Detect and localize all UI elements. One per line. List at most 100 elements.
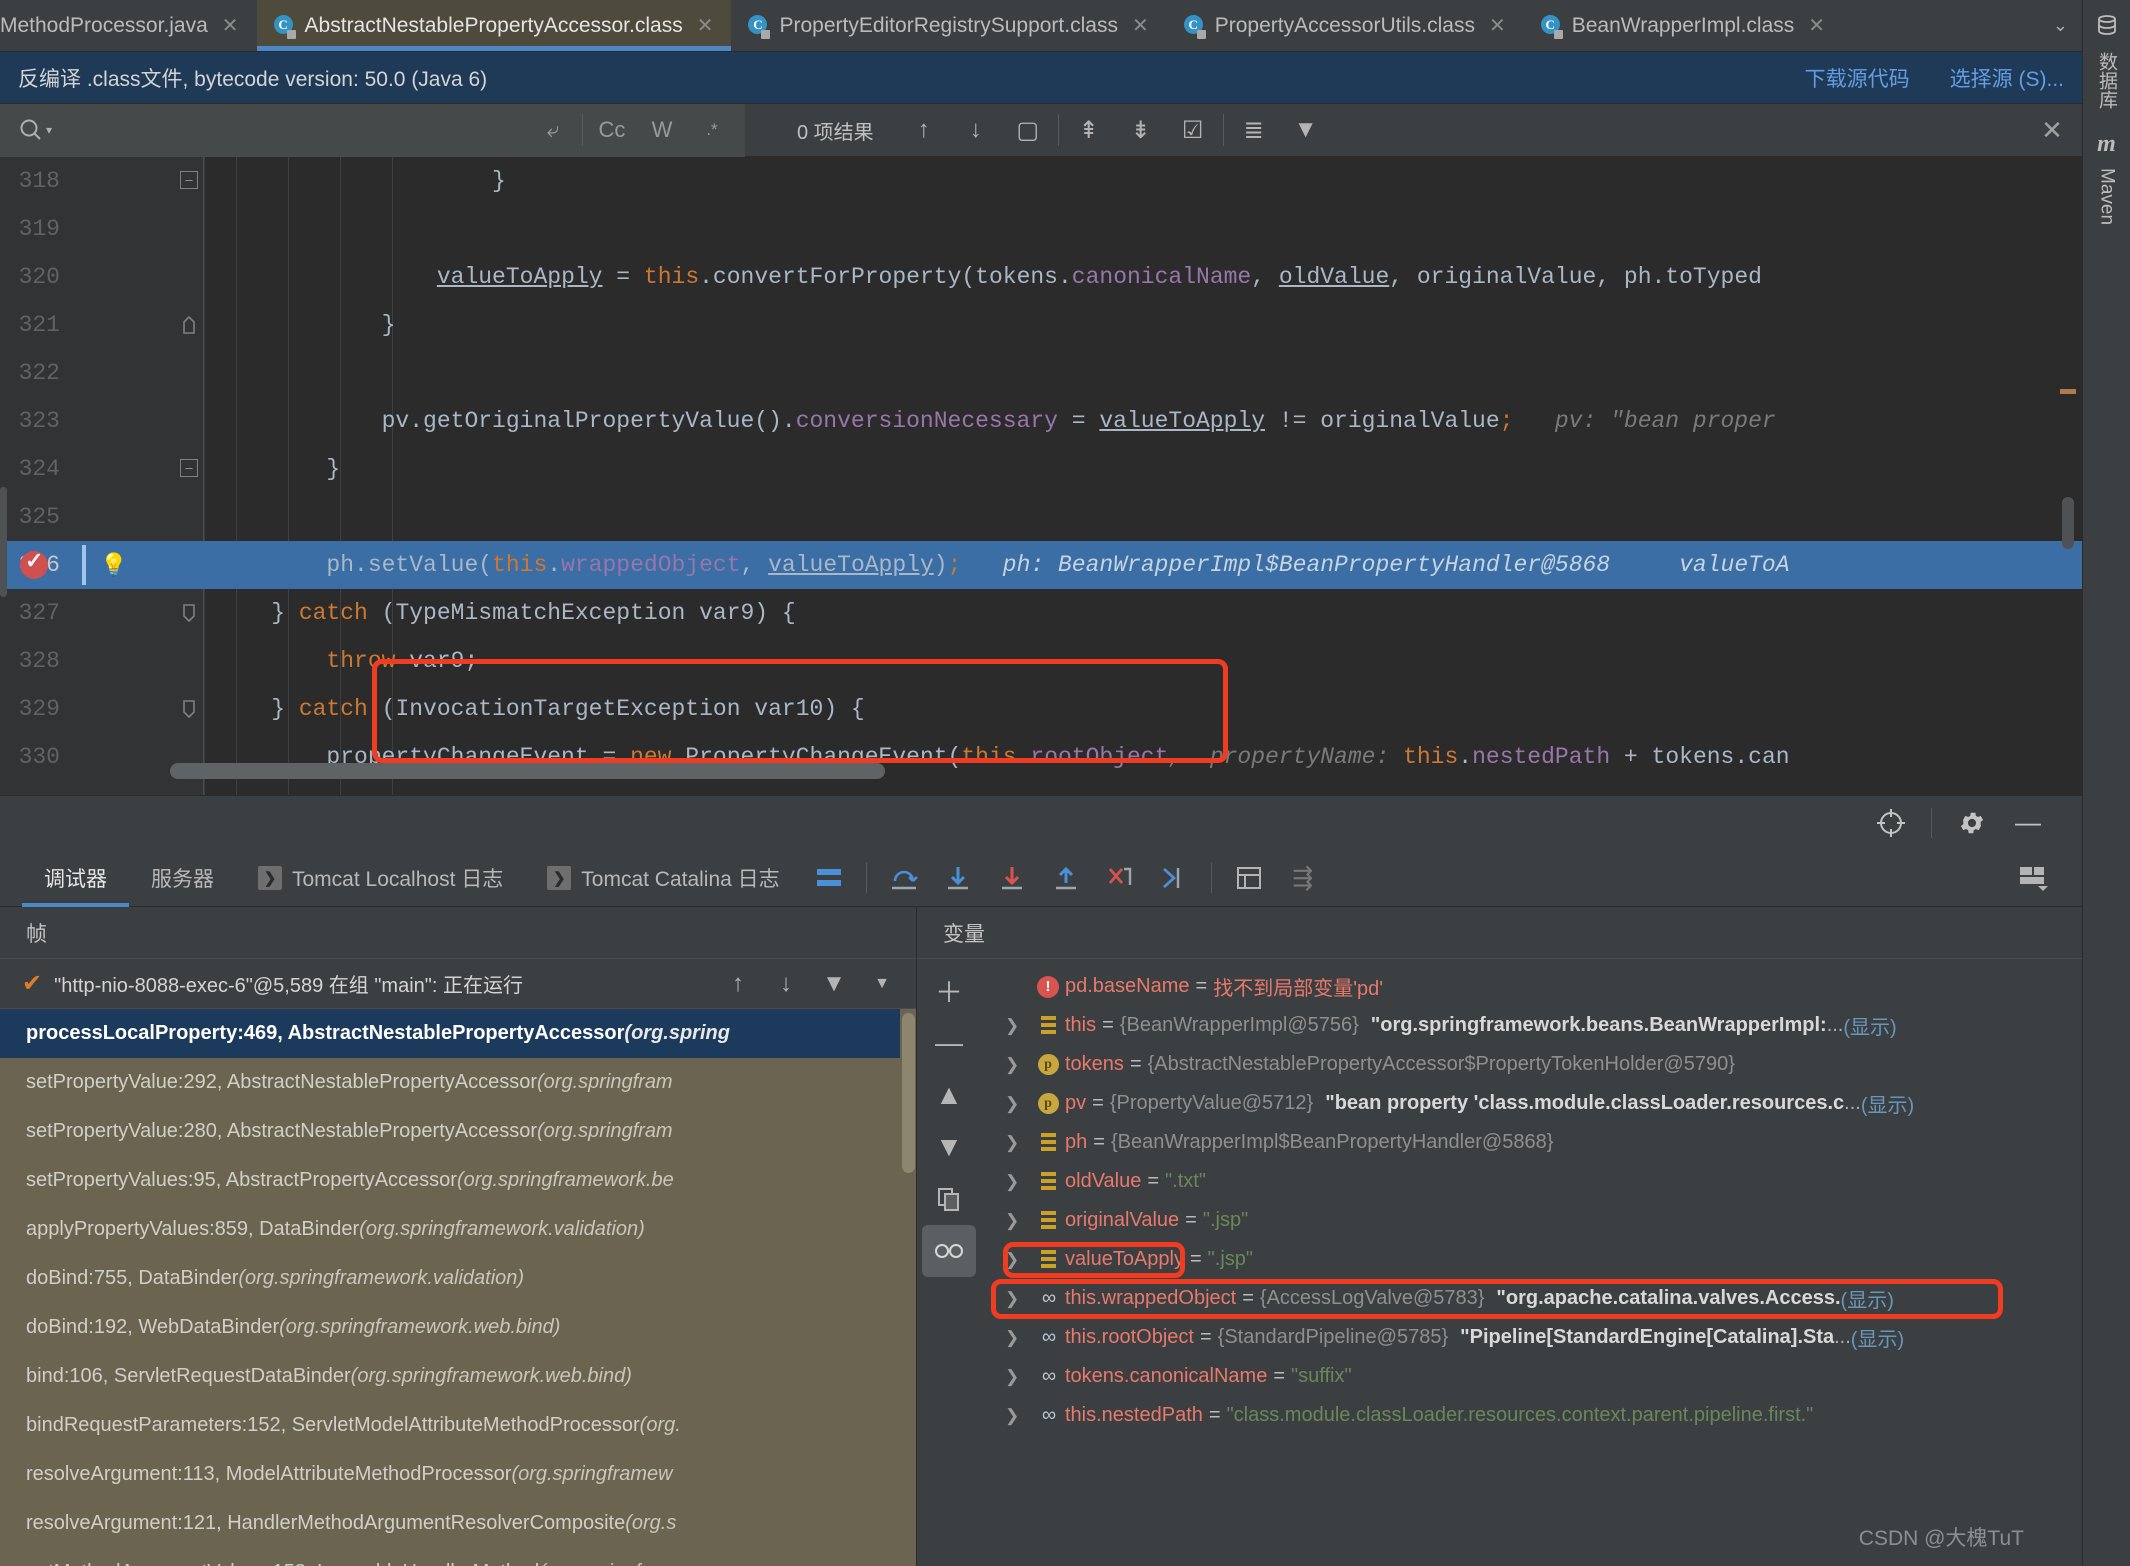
breakpoint-icon[interactable] xyxy=(20,548,48,579)
intention-bulb-icon[interactable]: 💡 xyxy=(100,550,128,580)
variable-row[interactable]: ❯ p pv = {PropertyValue@5712} "bean property… xyxy=(981,1084,2082,1123)
tab-debugger[interactable]: 调试器 xyxy=(22,849,129,907)
variable-row[interactable]: ❯ ∞ this.wrappedObject = {AccessLogValve@578… xyxy=(981,1279,2082,1318)
frame-item[interactable]: setPropertyValue:280, AbstractNestablePr… xyxy=(0,1107,900,1156)
run-to-cursor-icon[interactable] xyxy=(1147,849,1201,907)
close-icon[interactable]: ✕ xyxy=(697,16,714,36)
filter-list-icon[interactable]: ≣ xyxy=(1228,104,1280,157)
variable-row[interactable]: ❯ this = {BeanWrapperImpl@5756} "org.spring… xyxy=(981,1006,2082,1045)
expand-chevron-icon[interactable]: ❯ xyxy=(1005,1094,1031,1114)
variable-row[interactable]: ❯ ph = {BeanWrapperImpl$BeanPropertyHandler… xyxy=(981,1123,2082,1162)
download-sources-link[interactable]: 下载源代码 xyxy=(1805,63,1910,93)
gutter-icons[interactable] xyxy=(72,349,204,397)
force-step-into-icon[interactable] xyxy=(985,849,1039,907)
expand-chevron-icon[interactable]: ❯ xyxy=(1005,1211,1031,1231)
expand-chevron-icon[interactable]: ❯ xyxy=(1005,1055,1031,1075)
variable-row[interactable]: ❯ ∞ this.nestedPath = "class.module.classLoa… xyxy=(981,1396,2082,1435)
code-line-323[interactable]: 323 pv.getOriginalPropertyValue().conver… xyxy=(0,397,2082,445)
tab-server[interactable]: 服务器 xyxy=(129,849,236,907)
code-fold-icon[interactable]: – xyxy=(180,171,198,189)
remove-selection-icon[interactable]: ⇟ xyxy=(1115,104,1167,157)
drop-frame-icon[interactable] xyxy=(1093,849,1147,907)
code-line-320[interactable]: 320 valueToApply = this.convertForProper… xyxy=(0,253,2082,301)
gutter-icons[interactable] xyxy=(72,589,204,637)
frame-item[interactable]: resolveArgument:113, ModelAttributeMetho… xyxy=(0,1450,900,1499)
gutter-icons[interactable] xyxy=(72,205,204,253)
frame-item[interactable]: setPropertyValue:292, AbstractNestablePr… xyxy=(0,1058,900,1107)
filter-icon[interactable]: ▼ xyxy=(810,970,858,998)
frame-item[interactable]: doBind:755, DataBinder (org.springframew… xyxy=(0,1254,900,1303)
editor-tab-property-editor-registry-support[interactable]: C PropertyEditorRegistrySupport.class ✕ xyxy=(731,0,1166,51)
chevron-down-icon[interactable]: ⌄ xyxy=(2039,0,2082,51)
scrollbar-thumb[interactable] xyxy=(902,1013,915,1173)
gutter-icons[interactable] xyxy=(72,493,204,541)
editor-tab-abstract-nestable-property-accessor[interactable]: C AbstractNestablePropertyAccessor.class… xyxy=(256,0,732,51)
code-line-322[interactable]: 322 xyxy=(0,349,2082,397)
sidebar-item-maven[interactable]: m Maven xyxy=(2096,131,2118,225)
editor-left-handle[interactable] xyxy=(0,487,7,597)
gear-icon[interactable] xyxy=(1944,796,2000,850)
add-watch-icon[interactable]: ＋ xyxy=(922,965,976,1017)
tab-tomcat-localhost-log[interactable]: ❯ Tomcat Localhost 日志 xyxy=(236,849,525,907)
move-up-icon[interactable]: ▲ xyxy=(922,1069,976,1121)
variable-row[interactable]: ❯ ∞ tokens.canonicalName = "suffix" xyxy=(981,1357,2082,1396)
frame-item[interactable]: processLocalProperty:469, AbstractNestab… xyxy=(0,1009,900,1058)
remove-watch-icon[interactable]: — xyxy=(922,1017,976,1069)
filter-icon[interactable]: ▼ xyxy=(1280,104,1332,157)
code-fold-icon[interactable] xyxy=(180,699,198,719)
code-line-326[interactable]: 326💡 ph.setValue(this.wrappedObject, val… xyxy=(0,541,2082,589)
select-occurrences-icon[interactable]: ☑ xyxy=(1167,104,1219,157)
gutter-icons[interactable] xyxy=(72,253,204,301)
move-down-icon[interactable]: ▼ xyxy=(922,1121,976,1173)
inline-watches-icon[interactable] xyxy=(922,1225,976,1277)
regex-toggle[interactable]: .* xyxy=(687,120,737,140)
expand-chevron-icon[interactable]: ❯ xyxy=(1005,1289,1031,1309)
variable-row[interactable]: ! pd.baseName = 找不到局部变量'pd' xyxy=(981,967,2082,1006)
match-case-toggle[interactable]: Cc xyxy=(587,117,637,143)
frame-item[interactable]: bind:106, ServletRequestDataBinder (org.… xyxy=(0,1352,900,1401)
chevron-down-icon[interactable]: ▼ xyxy=(858,975,906,993)
frame-item[interactable]: resolveArgument:121, HandlerMethodArgume… xyxy=(0,1499,900,1548)
step-over-icon[interactable] xyxy=(877,849,931,907)
choose-sources-link[interactable]: 选择源 (S)... xyxy=(1950,63,2064,93)
frame-item[interactable]: setPropertyValues:95, AbstractPropertyAc… xyxy=(0,1156,900,1205)
minimize-icon[interactable]: — xyxy=(2000,796,2056,850)
expand-chevron-icon[interactable]: ❯ xyxy=(1005,1328,1031,1348)
gutter-icons[interactable]: – xyxy=(72,445,204,493)
gutter-icons[interactable] xyxy=(72,685,204,733)
add-selection-icon[interactable]: ⇞ xyxy=(1063,104,1115,157)
close-icon[interactable]: ✕ xyxy=(222,16,239,36)
variable-row[interactable]: ❯ ∞ this.rootObject = {StandardPipeline@5785… xyxy=(981,1318,2082,1357)
up-arrow-icon[interactable]: ↑ xyxy=(714,970,762,998)
scrollbar-thumb[interactable] xyxy=(170,763,885,779)
editor-tab-method-processor[interactable]: MethodProcessor.java ✕ xyxy=(0,0,257,51)
settings-small-icon[interactable]: ⇶ xyxy=(1276,849,1330,907)
target-icon[interactable] xyxy=(1863,796,1919,850)
expand-chevron-icon[interactable]: ❯ xyxy=(1005,1406,1031,1426)
frame-item[interactable]: doBind:192, WebDataBinder (org.springfra… xyxy=(0,1303,900,1352)
close-find-icon[interactable]: ✕ xyxy=(2022,115,2082,146)
frame-item[interactable]: applyPropertyValues:859, DataBinder (org… xyxy=(0,1205,900,1254)
code-line-321[interactable]: 321 } xyxy=(0,301,2082,349)
code-line-329[interactable]: 329 } catch (InvocationTargetException v… xyxy=(0,685,2082,733)
down-arrow-icon[interactable]: ↓ xyxy=(762,970,810,998)
gutter-icons[interactable] xyxy=(72,301,204,349)
sidebar-item-database[interactable]: 数据库 xyxy=(2093,14,2120,109)
whole-words-toggle[interactable]: W xyxy=(637,117,687,143)
thread-selector[interactable]: ✔ "http-nio-8088-exec-6"@5,589 在组 "main"… xyxy=(0,959,916,1009)
layout-icon[interactable] xyxy=(802,849,856,907)
frame-item[interactable]: getMethodArgumentValues:158, InvocableHa… xyxy=(0,1548,900,1566)
search-field-wrapper[interactable]: ▾ ⤶ Cc W .* xyxy=(0,103,745,157)
layout-settings-icon[interactable] xyxy=(2006,849,2060,907)
gutter-icons[interactable] xyxy=(72,397,204,445)
code-line-325[interactable]: 325 xyxy=(0,493,2082,541)
search-history-icon[interactable]: ⤶ xyxy=(528,117,578,143)
variable-row[interactable]: ❯ valueToApply = ".jsp" xyxy=(981,1240,2082,1279)
gutter-icons[interactable]: 💡 xyxy=(20,541,204,589)
editor-horizontal-scrollbar[interactable] xyxy=(170,763,2082,779)
gutter-icons[interactable]: – xyxy=(72,157,204,205)
editor-vertical-scrollbar[interactable] xyxy=(2062,497,2074,549)
close-icon[interactable]: ✕ xyxy=(1808,16,1825,36)
select-all-occurrences-icon[interactable]: ▢ xyxy=(1002,104,1054,157)
code-fold-icon[interactable] xyxy=(180,603,198,623)
